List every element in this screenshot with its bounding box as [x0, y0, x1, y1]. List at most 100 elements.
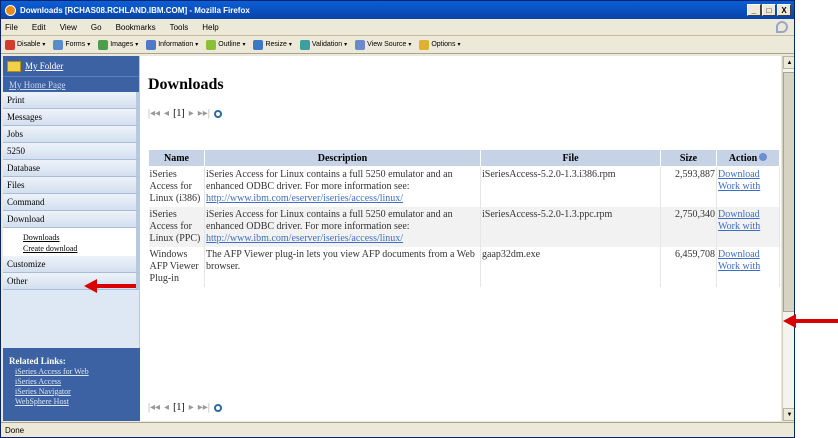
download-link[interactable]: Download [718, 249, 760, 260]
next-page-icon[interactable]: ▸ [189, 402, 194, 413]
pager-top: |◂◂ ◂ [1] ▸ ▸▸| [148, 108, 222, 119]
first-page-icon[interactable]: |◂◂ [148, 108, 160, 119]
table-row: Windows AFP Viewer Plug-in The AFP Viewe… [148, 247, 780, 287]
information-menu[interactable]: Information ▾ [146, 39, 198, 50]
row-file: iSeriesAccess-5.2.0-1.3.i386.rpm [480, 166, 661, 207]
menu-file[interactable]: File [5, 23, 18, 32]
status-bar: Done [1, 422, 794, 437]
row-size: 2,750,340 [660, 207, 717, 247]
scroll-thumb[interactable] [783, 72, 794, 312]
row-actions: Download Work with [716, 247, 780, 287]
sidebar-item-messages[interactable]: Messages [3, 109, 139, 126]
related-link[interactable]: WebSphere Host [9, 397, 140, 407]
row-description: iSeries Access for Linux contains a full… [204, 166, 481, 207]
maximize-button[interactable]: □ [762, 4, 776, 16]
prev-page-icon[interactable]: ◂ [164, 108, 169, 119]
menu-edit[interactable]: Edit [32, 23, 46, 32]
close-button[interactable]: X [777, 4, 791, 16]
information-icon [146, 39, 157, 50]
title-bar: Downloads [RCHAS08.RCHLAND.IBM.COM] - Mo… [1, 1, 794, 19]
row-file: gaap32dm.exe [480, 247, 661, 287]
scroll-down-icon[interactable]: ▼ [783, 408, 794, 421]
main-area: Downloads |◂◂ ◂ [1] ▸ ▸▸| Name Descripti… [144, 56, 781, 421]
row-name: iSeries Access for Linux (i386) [148, 166, 205, 207]
prev-page-icon[interactable]: ◂ [164, 402, 169, 413]
minimize-button[interactable]: _ [747, 4, 761, 16]
download-link[interactable]: Download [718, 169, 760, 180]
sidebar-item-jobs[interactable]: Jobs [3, 126, 139, 143]
resize-icon [253, 39, 264, 50]
find-icon[interactable] [213, 109, 222, 118]
outline-menu[interactable]: Outline ▾ [206, 39, 245, 50]
related-link[interactable]: iSeries Access [9, 377, 140, 387]
find-icon[interactable] [213, 403, 222, 412]
sidebar-item-command[interactable]: Command [3, 194, 139, 211]
menu-help[interactable]: Help [202, 23, 218, 32]
table-row: iSeries Access for Linux (PPC) iSeries A… [148, 207, 780, 247]
throbber-icon [776, 21, 788, 33]
column-header-action: Action [716, 149, 780, 167]
vertical-scrollbar[interactable]: ▲ ▼ [782, 56, 794, 421]
work-with-link[interactable]: Work with [718, 181, 760, 192]
column-header-size[interactable]: Size [660, 149, 717, 167]
first-page-icon[interactable]: |◂◂ [148, 402, 160, 413]
sidebar-item-customize[interactable]: Customize [3, 256, 139, 273]
disable-icon [5, 39, 15, 50]
sidebar-my-home-page[interactable]: My Home Page [3, 76, 139, 92]
download-link[interactable]: Download [718, 209, 760, 220]
menu-tools[interactable]: Tools [170, 23, 189, 32]
menu-go[interactable]: Go [91, 23, 102, 32]
sidebar-item-files[interactable]: Files [3, 177, 139, 194]
related-links-heading: Related Links: [9, 356, 66, 366]
sidebar-my-folder[interactable]: My Folder [3, 56, 139, 76]
validation-menu[interactable]: Validation ▾ [299, 39, 347, 50]
current-page: [1] [173, 108, 185, 119]
column-header-name[interactable]: Name [148, 149, 205, 167]
sidebar-item-database[interactable]: Database [3, 160, 139, 177]
red-arrow-icon [84, 279, 136, 293]
sidebar-item-5250[interactable]: 5250 [3, 143, 139, 160]
column-header-description[interactable]: Description [204, 149, 481, 167]
row-size: 2,593,887 [660, 166, 717, 207]
last-page-icon[interactable]: ▸▸| [198, 108, 210, 119]
scroll-up-icon[interactable]: ▲ [783, 56, 794, 69]
menu-bar: File Edit View Go Bookmarks Tools Help [1, 19, 794, 36]
view-source-menu[interactable]: View Source ▾ [355, 39, 411, 50]
options-menu[interactable]: Options ▾ [419, 39, 460, 50]
resize-menu[interactable]: Resize ▾ [253, 39, 292, 50]
browser-window: Downloads [RCHAS08.RCHLAND.IBM.COM] - Mo… [0, 0, 795, 438]
sidebar-sub-create-download[interactable]: Create download [3, 243, 136, 254]
sidebar-sub-downloads[interactable]: Downloads [3, 232, 136, 243]
page-title: Downloads [148, 76, 224, 93]
related-link[interactable]: iSeries Navigator [9, 387, 140, 397]
forms-menu[interactable]: Forms ▾ [53, 39, 90, 50]
disable-menu[interactable]: Disable ▾ [5, 39, 45, 50]
folder-icon [7, 60, 21, 72]
info-link[interactable]: http://www.ibm.com/eserver/iseries/acces… [206, 193, 403, 204]
work-with-link[interactable]: Work with [718, 221, 760, 232]
related-link[interactable]: iSeries Access for Web [9, 367, 140, 377]
current-page: [1] [173, 402, 185, 413]
options-icon [419, 39, 430, 50]
pager-bottom: |◂◂ ◂ [1] ▸ ▸▸| [148, 402, 222, 413]
menu-bookmarks[interactable]: Bookmarks [116, 23, 156, 32]
info-icon[interactable] [759, 152, 768, 161]
sidebar-item-print[interactable]: Print [3, 92, 139, 109]
forms-icon [53, 39, 64, 50]
next-page-icon[interactable]: ▸ [189, 108, 194, 119]
info-link[interactable]: http://www.ibm.com/eserver/iseries/acces… [206, 233, 403, 244]
sidebar-item-download[interactable]: Download [3, 211, 139, 228]
row-description: iSeries Access for Linux contains a full… [204, 207, 481, 247]
validation-icon [299, 39, 310, 50]
outline-icon [206, 39, 217, 50]
red-arrow-icon [783, 314, 838, 328]
column-header-file[interactable]: File [480, 149, 661, 167]
images-icon [98, 39, 109, 50]
page-content: My Folder My Home Page Print Messages Jo… [3, 56, 781, 421]
images-menu[interactable]: Images ▾ [98, 39, 138, 50]
related-links: Related Links: iSeries Access for Web iS… [3, 348, 140, 421]
work-with-link[interactable]: Work with [718, 261, 760, 272]
downloads-table: Name Description File Size Action iSerie… [148, 149, 780, 287]
last-page-icon[interactable]: ▸▸| [198, 402, 210, 413]
menu-view[interactable]: View [60, 23, 77, 32]
